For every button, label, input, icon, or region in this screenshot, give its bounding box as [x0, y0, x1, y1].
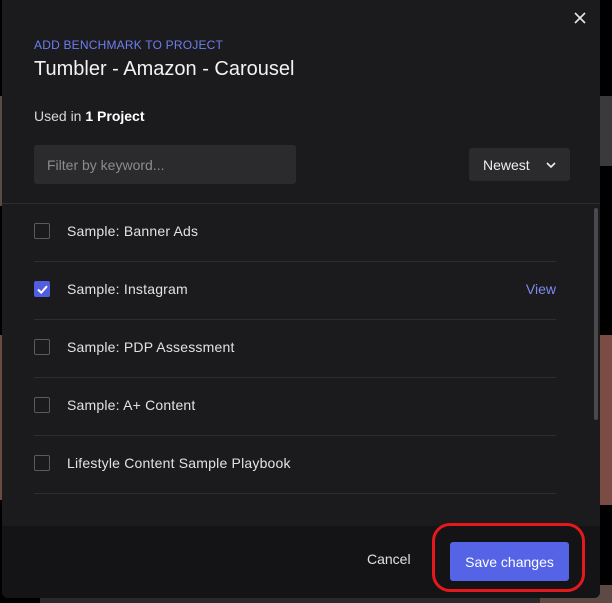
filter-input[interactable]: [34, 145, 296, 184]
used-in-count: 1 Project: [85, 108, 145, 124]
chevron-down-icon: [546, 162, 556, 169]
list-item[interactable]: Sample: PDP Assessment: [34, 320, 556, 378]
project-label: Sample: Instagram: [67, 281, 188, 297]
view-link[interactable]: View: [526, 281, 556, 297]
cancel-button[interactable]: Cancel: [359, 547, 419, 571]
list-item[interactable]: Sample: Instagram View: [34, 262, 556, 320]
checkmark-icon: [37, 285, 48, 295]
project-checkbox[interactable]: [34, 223, 50, 239]
project-label: Sample: PDP Assessment: [67, 339, 235, 355]
used-in-text: Used in 1 Project: [34, 108, 145, 124]
save-changes-button[interactable]: Save changes: [450, 542, 569, 581]
dialog-footer: Cancel Save changes: [2, 526, 600, 598]
project-checkbox[interactable]: [34, 339, 50, 355]
used-in-prefix: Used in: [34, 108, 82, 124]
project-label: Lifestyle Content Sample Playbook: [67, 455, 291, 471]
project-label: Sample: A+ Content: [67, 397, 196, 413]
dialog-title: Tumbler - Amazon - Carousel: [34, 58, 295, 80]
list-item[interactable]: Sample: A+ Content: [34, 378, 556, 436]
list-item[interactable]: Sample: Banner Ads: [34, 204, 556, 262]
close-icon: [574, 12, 586, 24]
list-item[interactable]: Lifestyle Content Sample Playbook: [34, 436, 556, 494]
close-button[interactable]: [572, 10, 588, 26]
project-checkbox[interactable]: [34, 281, 50, 297]
background-page: [40, 598, 560, 603]
project-checkbox[interactable]: [34, 455, 50, 471]
project-list: Sample: Banner Ads Sample: Instagram Vie…: [2, 204, 600, 526]
background-page: [600, 96, 612, 166]
add-benchmark-dialog: ADD BENCHMARK TO PROJECT Tumbler - Amazo…: [2, 0, 600, 598]
project-checkbox[interactable]: [34, 397, 50, 413]
background-page: [600, 335, 612, 505]
sort-selected: Newest: [483, 156, 530, 173]
project-label: Sample: Banner Ads: [67, 223, 199, 239]
sort-dropdown[interactable]: Newest: [469, 148, 570, 181]
list-scrollbar[interactable]: [594, 208, 598, 420]
dialog-eyebrow: ADD BENCHMARK TO PROJECT: [34, 38, 224, 52]
